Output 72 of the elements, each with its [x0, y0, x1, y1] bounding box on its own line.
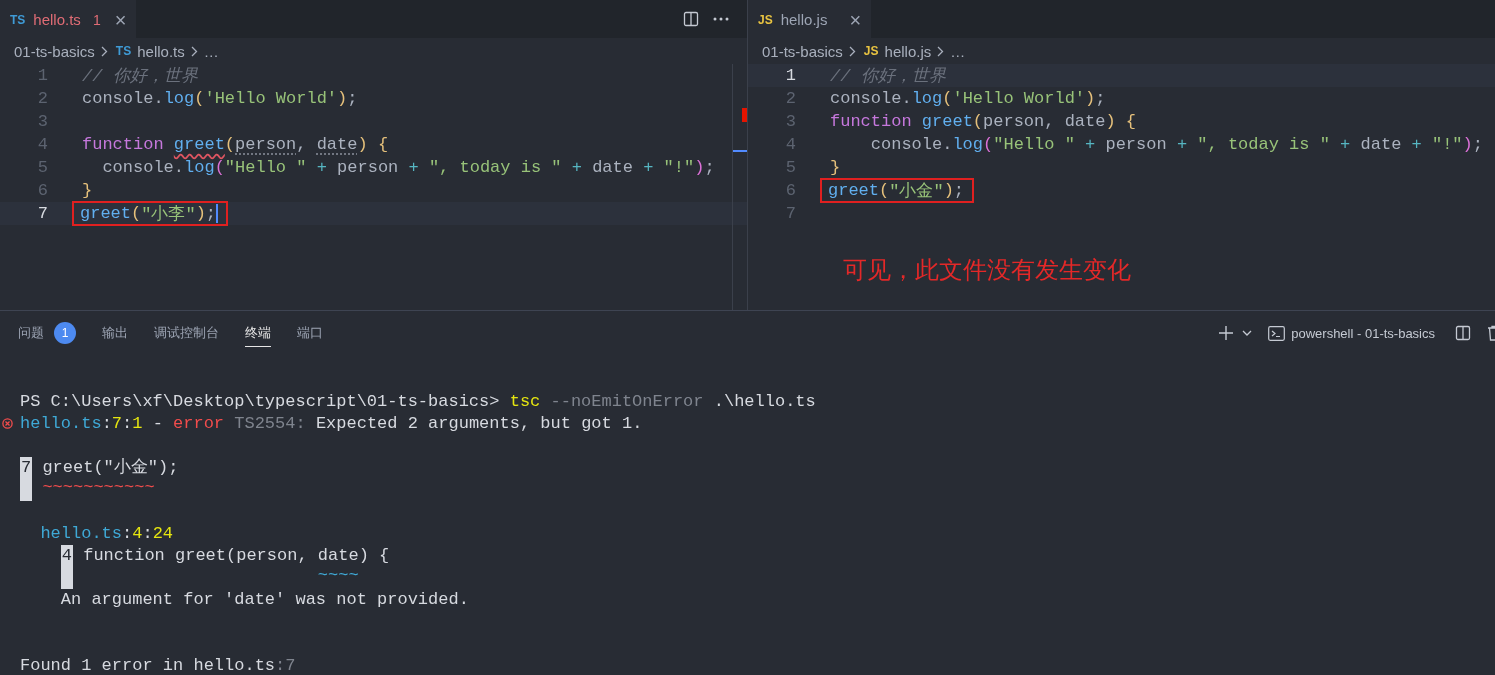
breadcrumb-item[interactable]: 01-ts-basics [762, 42, 843, 60]
line-number: 2 [784, 89, 796, 108]
chevron-down-icon[interactable] [1242, 329, 1253, 337]
line-number: 5 [784, 158, 796, 177]
file-type-label: TS [115, 44, 132, 58]
line-number: 2 [36, 89, 48, 108]
line-number: 7 [784, 204, 796, 223]
file-type-label: TS [10, 12, 26, 27]
highlighted-code-line: greet("小李"); [73, 202, 228, 225]
breadcrumb-item[interactable]: hello.js [884, 42, 932, 60]
line-number: 6 [36, 181, 48, 200]
split-terminal-icon[interactable] [1455, 325, 1471, 341]
line-number: 4 [784, 135, 796, 154]
line-number: 7 [20, 457, 33, 501]
count-badge: 1 [54, 321, 76, 344]
line-number: 6 [784, 181, 796, 200]
more-actions-icon[interactable] [713, 17, 729, 21]
chevron-right-icon [848, 45, 856, 57]
code-line: // 你好，世界 [829, 66, 947, 87]
panel-tab[interactable]: 输出 [102, 319, 128, 347]
panel-tab[interactable]: 端口 [297, 319, 323, 347]
chevron-right-icon [937, 45, 945, 57]
line-number: 4 [60, 545, 73, 589]
terminal-line: hello.ts:4:24 [39, 523, 175, 545]
split-editor-icon[interactable] [683, 11, 699, 27]
terminal-line: Found 1 error in hello.ts:7 [20, 655, 297, 675]
error-underline: ~~~~ [316, 567, 360, 587]
panel-tab[interactable]: 问题 1 [18, 317, 76, 349]
breadcrumb-item[interactable]: … [950, 42, 966, 60]
chevron-right-icon [100, 45, 108, 57]
breadcrumb-item[interactable]: … [203, 42, 219, 60]
file-type-label: JS [863, 44, 879, 58]
code-line: console.log("Hello " + person + ", today is " + date + "!"); [101, 157, 716, 179]
line-number: 7 [36, 204, 48, 223]
chevron-right-icon [190, 45, 198, 57]
error-underline: ~~~~~~~~~~~ [42, 479, 156, 499]
code-line: function greet(person, date) { [81, 134, 390, 156]
problem-count: 1 [92, 11, 101, 28]
annotation-text: 可见，此文件没有发生变化 [843, 255, 1131, 286]
highlighted-code-line: greet("小金"); [821, 179, 974, 202]
terminal-line: PS C:\Users\xf\Desktop\typescript\01-ts-basics> tsc --noEmitOnError .\hello.ts [20, 391, 817, 413]
close-button[interactable]: × [112, 9, 129, 30]
panel-tab[interactable]: 终端 [245, 319, 271, 347]
code-line: // 你好，世界 [81, 66, 199, 87]
tab-title: hello.js [780, 11, 828, 28]
line-number: 1 [784, 66, 796, 85]
code-line: function greet(person, date) { [829, 111, 1138, 133]
code-line: function greet(person, date) { [83, 545, 390, 567]
close-button[interactable]: × [847, 9, 864, 30]
code-line: console.log('Hello World'); [829, 88, 1107, 110]
panel-tab[interactable]: 调试控制台 [154, 319, 219, 347]
terminal-icon [1268, 325, 1286, 341]
line-number: 1 [36, 66, 48, 85]
code-line: } [81, 180, 94, 202]
line-number: 4 [36, 135, 48, 154]
code-line: console.log("Hello " + person + ", today is " + date + "!"); [869, 134, 1484, 156]
line-number: 3 [36, 112, 48, 131]
editor-tab[interactable]: JS hello.js × [748, 0, 872, 38]
breadcrumb-item[interactable]: 01-ts-basics [14, 42, 95, 60]
add-terminal-icon[interactable] [1218, 325, 1235, 341]
editor-tab[interactable]: TS hello.ts 1 × [0, 0, 137, 38]
breadcrumb-item[interactable]: hello.ts [137, 42, 185, 60]
line-number: 3 [784, 112, 796, 131]
line-number: 5 [36, 158, 48, 177]
file-type-label: JS [758, 12, 773, 27]
terminal-selector[interactable]: powershell - 01-ts-basics [1268, 325, 1435, 341]
code-line: console.log('Hello World'); [81, 88, 359, 110]
code-line: } [829, 157, 842, 179]
terminal-line: An argument for 'date' was not provided. [60, 589, 470, 611]
code-line: greet("小金"); [42, 457, 179, 479]
terminal-line: hello.ts:7:1 - error TS2554: Expected 2 arguments, but got 1. [20, 413, 1495, 435]
tab-title: hello.ts [33, 11, 81, 28]
